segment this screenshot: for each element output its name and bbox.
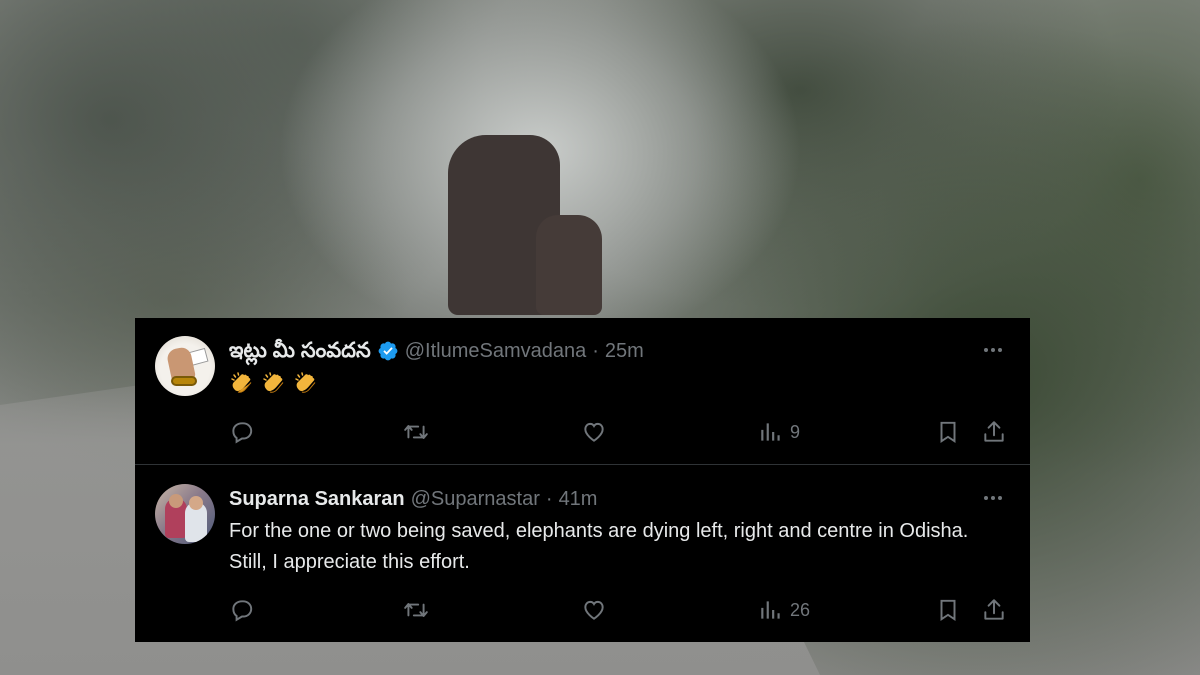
views-icon (761, 423, 780, 441)
avatar[interactable] (155, 484, 215, 544)
more-icon[interactable] (980, 340, 1006, 360)
retweet-button[interactable] (403, 594, 429, 626)
tweet-text: For the one or two being saved, elephant… (229, 520, 969, 573)
bookmark-button[interactable] (935, 416, 961, 448)
clapping-hands-emoji-icon (295, 371, 316, 393)
separator-dot: · (545, 488, 553, 510)
views-count: 9 (790, 421, 801, 442)
views-icon (761, 601, 780, 619)
user-handle[interactable]: @Suparnastar (411, 486, 540, 512)
retweet-button[interactable] (403, 416, 429, 448)
reply-button[interactable] (229, 416, 255, 448)
like-icon (584, 600, 604, 620)
reply-button[interactable] (229, 594, 255, 626)
tweet-replies-panel: ఇట్లు మీ సంవదన @ItlumeSamvadana · 25m 9 … (135, 318, 1030, 642)
tweet-header: ఇట్లు మీ సంవదన @ItlumeSamvadana · 25m (229, 338, 644, 364)
share-button[interactable] (981, 416, 1007, 448)
like-button[interactable] (581, 594, 607, 626)
tweet[interactable]: ఇట్లు మీ సంవదన @ItlumeSamvadana · 25m 9 (135, 318, 1030, 465)
share-icon (984, 599, 1004, 620)
more-icon[interactable] (980, 488, 1006, 508)
user-handle[interactable]: @ItlumeSamvadana (405, 338, 587, 364)
like-icon (584, 422, 604, 442)
avatar[interactable] (155, 336, 215, 396)
tweet-text (229, 368, 1009, 399)
reply-icon (232, 422, 253, 444)
retweet-icon (404, 425, 428, 439)
retweet-icon (404, 603, 428, 617)
elephant-silhouette (448, 135, 603, 315)
timestamp[interactable]: 41m (559, 486, 598, 512)
tweet[interactable]: Suparna Sankaran @Suparnastar · 41m For … (135, 466, 1030, 642)
display-name[interactable]: Suparna Sankaran (229, 486, 405, 512)
reply-icon (232, 600, 253, 622)
views-button[interactable]: 9 (758, 416, 800, 448)
share-button[interactable] (981, 594, 1007, 626)
clapping-hands-emoji-icon (231, 371, 252, 393)
tweet-actions: 26 (135, 594, 1030, 626)
separator-dot: · (592, 340, 599, 362)
tweet-actions: 9 (135, 416, 1030, 448)
bookmark-icon (940, 599, 956, 622)
timestamp[interactable]: 25m (605, 338, 644, 364)
tweet-header: Suparna Sankaran @Suparnastar · 41m (229, 486, 597, 512)
bookmark-icon (940, 421, 956, 444)
like-button[interactable] (581, 416, 607, 448)
bookmark-button[interactable] (935, 594, 961, 626)
views-button[interactable]: 26 (758, 594, 810, 626)
verified-badge-icon (378, 341, 398, 361)
display-name[interactable]: ఇట్లు మీ సంవదన (229, 338, 371, 364)
clapping-hands-emoji-icon (263, 371, 284, 393)
share-icon (984, 421, 1004, 442)
views-count: 26 (790, 599, 811, 620)
